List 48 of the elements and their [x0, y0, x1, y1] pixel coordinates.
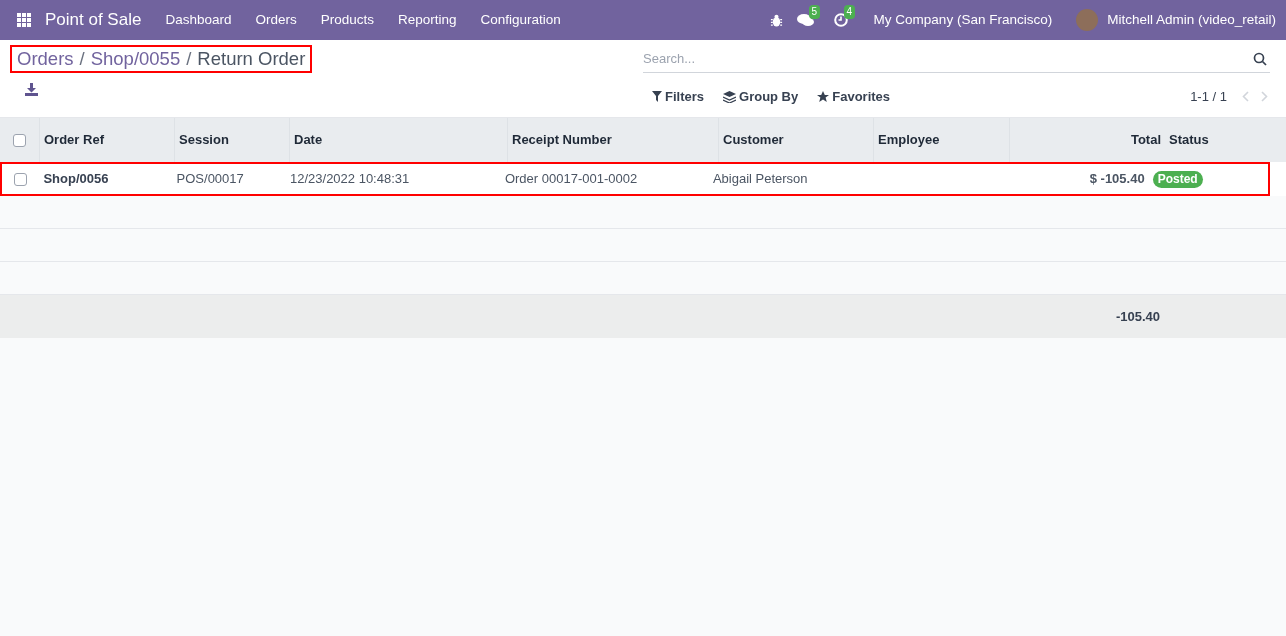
filter-menu-button[interactable]: Filters	[665, 87, 704, 107]
table-cell-text: Order 00017-001-0002	[504, 170, 638, 189]
column-header[interactable]: Receipt Number	[512, 130, 612, 150]
bug-icon[interactable]	[769, 13, 783, 27]
pager-value[interactable]: 1-1 / 1	[1190, 87, 1227, 107]
filter-menu-button[interactable]: Group By	[739, 87, 799, 107]
menu-item[interactable]: Reporting	[386, 9, 469, 31]
layers-icon	[723, 90, 736, 103]
chat-icon[interactable]	[796, 13, 814, 27]
breadcrumb-link[interactable]: Orders	[17, 45, 74, 73]
column-header[interactable]: Status	[1169, 130, 1209, 150]
column-header[interactable]: Date	[294, 130, 323, 150]
breadcrumb-separator: /	[79, 47, 85, 72]
clock-icon[interactable]	[833, 13, 848, 27]
search-icon[interactable]	[1253, 52, 1267, 66]
app-title[interactable]: Point of Sale	[45, 7, 142, 33]
column-header[interactable]: Employee	[878, 130, 940, 150]
menu-item[interactable]: Products	[308, 9, 386, 31]
column-header[interactable]: Customer	[723, 130, 784, 150]
order-row[interactable]: Shop/0056 POS/00017 12/23/2022 10:48:31 Order 00017-001-0002 Abigail Peterson $ -105.40 Posted	[0, 162, 1270, 196]
download-icon[interactable]	[25, 83, 38, 96]
column-header[interactable]: Session	[179, 130, 229, 150]
table-cell-text: 12/23/2022 10:48:31	[290, 170, 410, 189]
status-badge: Posted	[1152, 170, 1203, 188]
menu-item[interactable]: Configuration	[468, 9, 573, 31]
menu-item[interactable]: Orders	[243, 9, 309, 31]
filter-menu-button[interactable]: Favorites	[832, 87, 891, 107]
search-field[interactable]: Search...	[643, 45, 1270, 73]
breadcrumb-current: Return Order	[197, 47, 306, 72]
breadcrumb-link[interactable]: Shop/0055	[90, 45, 181, 73]
menu-item[interactable]: Dashboard	[153, 9, 244, 31]
user-menu[interactable]: Mitchell Admin (video_retail)	[1107, 9, 1276, 31]
star-icon	[817, 90, 830, 103]
activities-badge: 4	[843, 5, 856, 19]
total-sum: -105.40	[1115, 307, 1160, 326]
company-switcher[interactable]: My Company (San Francisco)	[873, 9, 1053, 31]
table-cell-text: Abigail Peterson	[712, 170, 808, 189]
table-cell-text: POS/00017	[176, 170, 244, 189]
filter-icon	[652, 91, 662, 103]
breadcrumb-separator: /	[186, 47, 192, 72]
row-checkbox[interactable]	[14, 172, 28, 186]
messages-badge: 5	[808, 5, 821, 19]
column-header[interactable]: Total	[1130, 130, 1161, 150]
column-header[interactable]: Order Ref	[44, 130, 104, 150]
select-all-checkbox[interactable]	[13, 133, 26, 147]
table-cell-text: Shop/0056	[43, 170, 109, 189]
table-cell-text: $ -105.40	[1089, 170, 1145, 189]
apps-menu-icon[interactable]	[17, 13, 31, 27]
